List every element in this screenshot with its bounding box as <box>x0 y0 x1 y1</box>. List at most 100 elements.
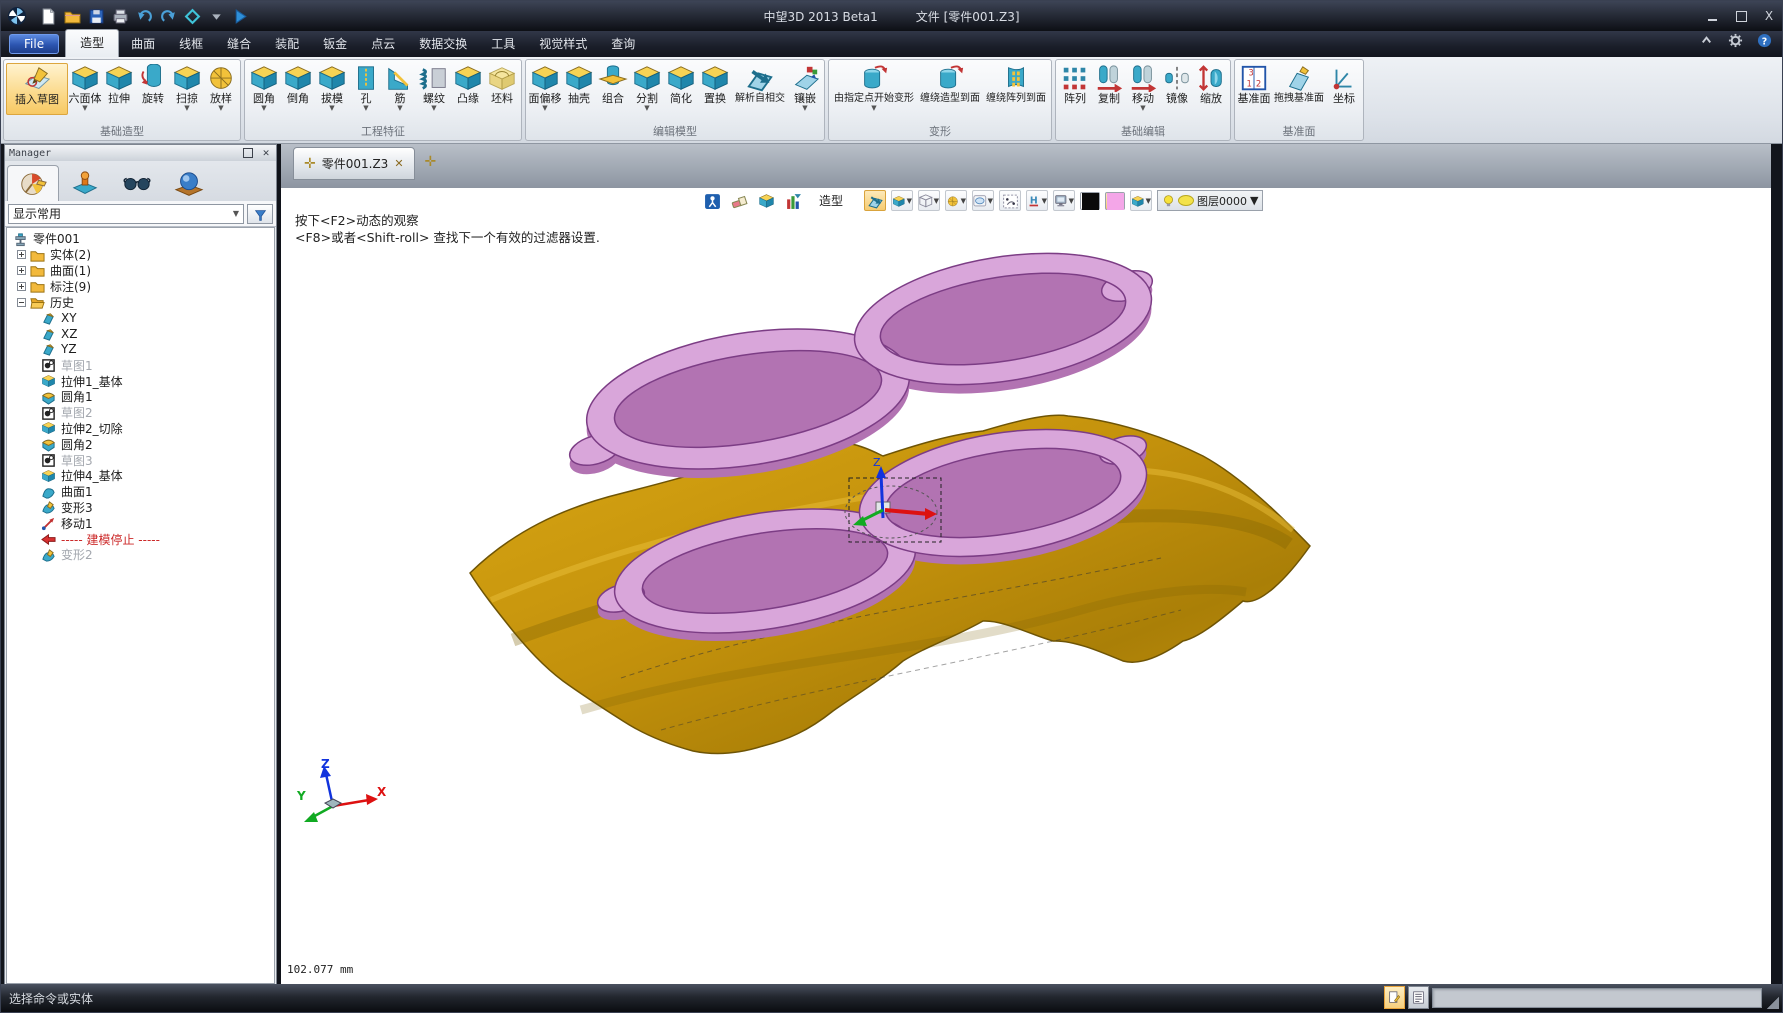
tree-plane-yz[interactable]: YZ <box>7 342 274 358</box>
tree-sketch2[interactable]: 草图2 <box>7 405 274 421</box>
scene-3d[interactable]: Z Z X Y <box>281 188 1771 986</box>
color-swatch-black[interactable] <box>1080 192 1100 210</box>
wrap-array-to-face-button[interactable]: 缠绕阵列到面 <box>983 63 1049 113</box>
drag-datum-button[interactable]: 拖拽基准面 <box>1271 63 1327 113</box>
close-button[interactable]: X <box>1762 10 1776 22</box>
shaded-mode-toggle[interactable]: ▼ <box>891 190 913 211</box>
pattern-button[interactable]: 阵列 <box>1058 63 1092 113</box>
dropdown-arrow-icon[interactable]: ▼ <box>961 197 966 205</box>
tree-solids-folder[interactable]: 实体(2) <box>7 247 274 263</box>
insert-sketch-button[interactable]: 插入草图 <box>6 63 68 115</box>
shell-button[interactable]: 抽壳 <box>562 63 596 113</box>
screen-toggle[interactable]: ▼ <box>1053 190 1075 211</box>
scale-button[interactable]: 缩放 <box>1194 63 1228 113</box>
settings-gear-icon[interactable] <box>1728 33 1743 48</box>
maximize-button[interactable] <box>1734 10 1748 22</box>
dropdown-arrow-icon[interactable]: ▼ <box>802 105 807 113</box>
dropdown-arrow-icon[interactable]: ▼ <box>1042 197 1047 205</box>
blank-entity-button[interactable] <box>728 190 750 211</box>
mirror-button[interactable]: 镜像 <box>1160 63 1194 113</box>
extrude-button[interactable]: 拉伸 <box>102 63 136 113</box>
dropdown-arrow-icon[interactable]: ▼ <box>542 105 547 113</box>
background-toggle[interactable]: ▼ <box>972 190 994 211</box>
dropdown-arrow-icon[interactable]: ▼ <box>1250 194 1258 207</box>
dropdown-arrow-icon[interactable]: ▼ <box>907 197 912 205</box>
flange-button[interactable]: 凸缘 <box>451 63 485 113</box>
observe-button[interactable] <box>701 190 723 211</box>
plane-display-toggle[interactable] <box>864 190 886 211</box>
sketch-display-toggle[interactable] <box>999 190 1021 211</box>
menu-tools[interactable]: 工具 <box>479 31 527 57</box>
chamfer-button[interactable]: 倒角 <box>281 63 315 113</box>
dropdown-arrow-icon[interactable]: ▼ <box>644 105 649 113</box>
expand-plus-icon[interactable] <box>17 282 26 291</box>
tree-part-root[interactable]: 零件001 <box>7 231 274 247</box>
divide-button[interactable]: 分割▼ <box>630 63 664 113</box>
assembly-manager-tab[interactable] <box>59 165 111 201</box>
tree-annotations-folder[interactable]: 标注(9) <box>7 278 274 294</box>
tree-extrude1[interactable]: 拉伸1_基体 <box>7 373 274 389</box>
fillet-button[interactable]: 圆角▼ <box>247 63 281 113</box>
tree-extrude2[interactable]: 拉伸2_切除 <box>7 421 274 437</box>
undo-button[interactable] <box>136 8 153 25</box>
tree-plane-xz[interactable]: XZ <box>7 326 274 342</box>
menu-sheetmetal[interactable]: 钣金 <box>311 31 359 57</box>
tree-sketch3[interactable]: 草图3 <box>7 452 274 468</box>
tree-plane-xy[interactable]: XY <box>7 310 274 326</box>
status-list-button[interactable] <box>1408 986 1429 1009</box>
draft-button[interactable]: 拔模▼ <box>315 63 349 113</box>
csys-button[interactable]: 坐标 <box>1327 63 1361 113</box>
menu-sew[interactable]: 缝合 <box>215 31 263 57</box>
dropdown-arrow-icon[interactable]: ▼ <box>431 105 436 113</box>
visual-manager-tab[interactable] <box>163 165 215 201</box>
wrap-shape-to-face-button[interactable]: 缠绕造型到面 <box>917 63 983 113</box>
hole-button[interactable]: 孔▼ <box>349 63 383 113</box>
dropdown-arrow-icon[interactable]: ▼ <box>988 197 993 205</box>
dropdown-arrow-icon[interactable]: ▼ <box>1146 197 1151 205</box>
entity-color-toggle[interactable]: ▼ <box>1130 190 1152 211</box>
dropdown-arrow-icon[interactable]: ▼ <box>218 105 223 113</box>
render-mode-toggle[interactable]: ▼ <box>945 190 967 211</box>
tree-fillet1[interactable]: 圆角1 <box>7 389 274 405</box>
manager-restore-icon[interactable] <box>242 148 254 158</box>
loft-button[interactable]: 放样▼ <box>204 63 238 113</box>
history-manager-tab[interactable] <box>7 165 59 201</box>
filter-list-button[interactable] <box>782 190 804 211</box>
menu-file[interactable]: File <box>9 34 59 54</box>
datum-plane-button[interactable]: 312基准面 <box>1237 63 1271 113</box>
play-button[interactable] <box>232 8 249 25</box>
minimize-button[interactable] <box>1706 10 1720 22</box>
move-button[interactable]: 移动▼ <box>1126 63 1160 113</box>
shade-button[interactable] <box>755 190 777 211</box>
expand-plus-icon[interactable] <box>17 250 26 259</box>
wireframe-mode-toggle[interactable]: ▼ <box>918 190 940 211</box>
stock-button[interactable]: 坯料 <box>485 63 519 113</box>
tree-surfaces-folder[interactable]: 曲面(1) <box>7 263 274 279</box>
status-edit-button[interactable] <box>1384 986 1405 1009</box>
tree-morph3[interactable]: 变形3 <box>7 500 274 516</box>
morph-from-point-button[interactable]: 由指定点开始变形▼ <box>831 63 917 113</box>
new-tab-button[interactable]: ✛ <box>425 151 437 173</box>
tree-surface1[interactable]: 曲面1 <box>7 484 274 500</box>
box-button[interactable]: 六面体▼ <box>68 63 102 113</box>
sweep-button[interactable]: 扫掠▼ <box>170 63 204 113</box>
tree-morph2[interactable]: 变形2 <box>7 547 274 563</box>
view-ring-button[interactable] <box>184 8 201 25</box>
dropdown-arrow-icon[interactable]: ▼ <box>329 105 334 113</box>
menu-dataexchange[interactable]: 数据交换 <box>407 31 479 57</box>
rib-button[interactable]: 筋▼ <box>383 63 417 113</box>
new-file-button[interactable] <box>40 8 57 25</box>
tree-sketch1[interactable]: 草图1 <box>7 357 274 373</box>
color-swatch-pink[interactable] <box>1105 192 1125 210</box>
dropdown-arrow-icon[interactable]: ▼ <box>184 105 189 113</box>
menu-surface[interactable]: 曲面 <box>119 31 167 57</box>
replace-button[interactable]: 置换 <box>698 63 732 113</box>
expand-plus-icon[interactable] <box>17 266 26 275</box>
filter-funnel-button[interactable] <box>247 204 273 224</box>
print-button[interactable] <box>112 8 129 25</box>
tree-history-stop[interactable]: ----- 建模停止 ----- <box>7 531 274 547</box>
constraint-toggle[interactable]: H▼ <box>1026 190 1048 211</box>
collapse-ribbon-icon[interactable] <box>1699 33 1714 48</box>
menu-shape[interactable]: 造型 <box>65 29 119 57</box>
dropdown-arrow-icon[interactable]: ▼ <box>363 105 368 113</box>
